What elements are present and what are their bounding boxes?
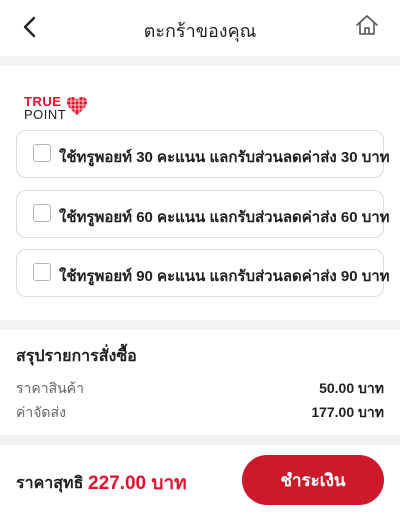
home-button[interactable] xyxy=(352,10,382,40)
point-option-30[interactable]: ใช้ทรูพอยท์ 30 คะแนน แลกรับส่วนลดค่าส่ง … xyxy=(16,130,390,178)
point-option-30-label: ใช้ทรูพอยท์ 30 คะแนน แลกรับส่วนลดค่าส่ง … xyxy=(59,149,390,166)
shipping-fee-value: 177.00 บาท xyxy=(311,404,384,420)
heart-icon xyxy=(66,96,88,116)
section-divider xyxy=(0,435,400,445)
truepoint-logo-point: POINT xyxy=(24,107,67,122)
product-price-value: 50.00 บาท xyxy=(319,380,384,396)
app-header: ตะกร้าของคุณ xyxy=(0,0,400,56)
pay-button[interactable]: ชำระเงิน xyxy=(242,455,384,505)
product-price-label: ราคาสินค้า xyxy=(16,380,84,396)
truepoint-section: TRUE POINT ใช้ทรูพอยท์ 30 คะแนน แลกรับส่… xyxy=(0,66,400,320)
point-option-90[interactable]: ใช้ทรูพอยท์ 90 คะแนน แลกรับส่วนลดค่าส่ง … xyxy=(16,249,390,297)
point-option-60-label: ใช้ทรูพอยท์ 60 คะแนน แลกรับส่วนลดค่าส่ง … xyxy=(59,209,390,226)
point-option-60[interactable]: ใช้ทรูพอยท์ 60 คะแนน แลกรับส่วนลดค่าส่ง … xyxy=(16,190,390,238)
checkout-bar: ราคาสุทธิ 227.00 บาท ชำระเงิน xyxy=(0,445,400,520)
total-value: 227.00 บาท xyxy=(88,473,187,494)
order-summary-title: สรุปรายการสั่งซื้อ xyxy=(16,348,137,365)
section-divider xyxy=(0,56,400,66)
point-option-30-checkbox[interactable] xyxy=(33,144,51,162)
point-option-90-checkbox[interactable] xyxy=(33,263,51,281)
point-option-90-label: ใช้ทรูพอยท์ 90 คะแนน แลกรับส่วนลดค่าส่ง … xyxy=(59,268,390,285)
point-option-60-checkbox[interactable] xyxy=(33,204,51,222)
order-summary: สรุปรายการสั่งซื้อ ราคาสินค้า 50.00 บาท … xyxy=(0,330,400,435)
page-title: ตะกร้าของคุณ xyxy=(143,21,257,41)
section-divider xyxy=(0,320,400,330)
total-label: ราคาสุทธิ xyxy=(16,475,84,492)
home-icon xyxy=(356,15,378,35)
shipping-fee-label: ค่าจัดส่ง xyxy=(16,404,66,420)
truepoint-logo: TRUE POINT xyxy=(24,94,96,122)
